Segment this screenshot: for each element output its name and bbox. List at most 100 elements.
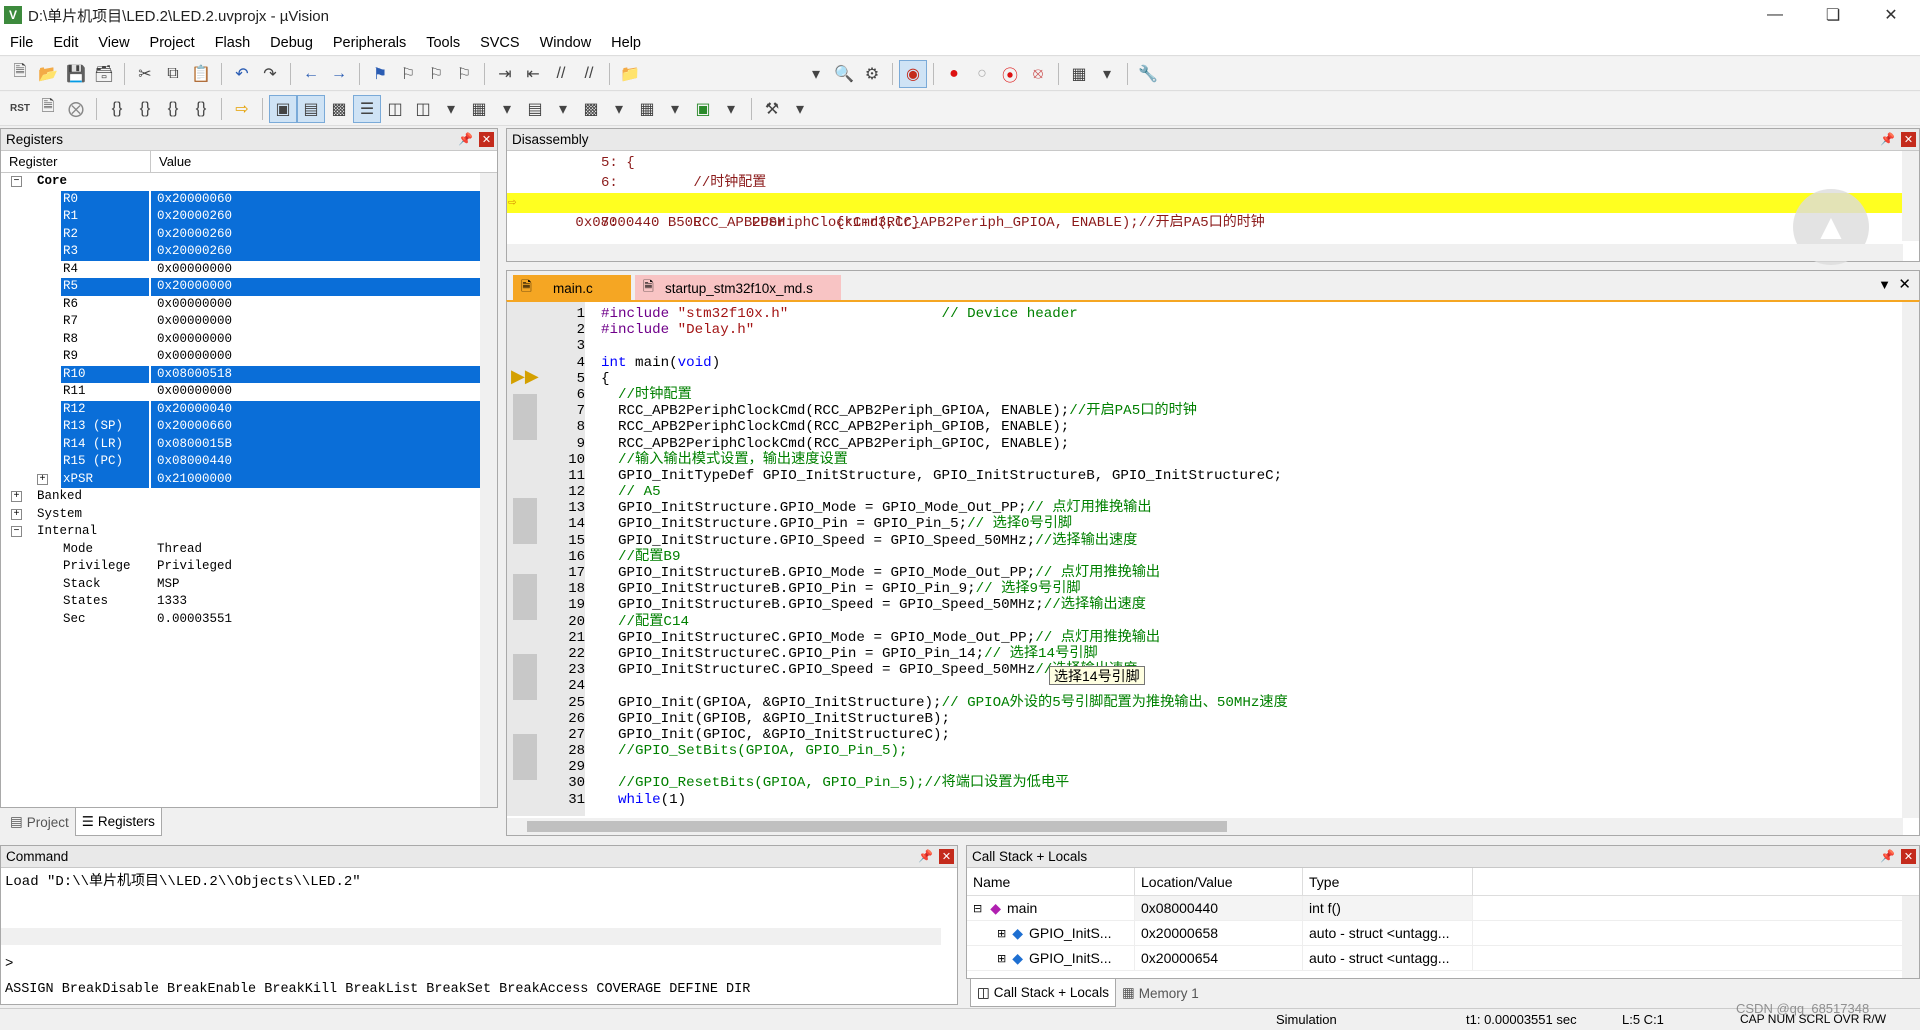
code-line[interactable]: //GPIO_SetBits(GPIOA, GPIO_Pin_5); bbox=[601, 743, 1288, 759]
bookmark-icon[interactable]: ⚑ bbox=[366, 60, 394, 88]
menu-debug[interactable]: Debug bbox=[260, 35, 323, 51]
code-line[interactable] bbox=[601, 338, 1288, 354]
incremental-find-icon[interactable]: ⚙ bbox=[858, 60, 886, 88]
close-icon[interactable]: ✕ bbox=[939, 849, 954, 864]
register-value[interactable]: 0x20000260 bbox=[151, 243, 496, 261]
nav-back-icon[interactable]: ← bbox=[297, 60, 325, 88]
symbols-window-icon[interactable]: ▩ bbox=[325, 95, 353, 123]
menu-file[interactable]: File bbox=[0, 35, 43, 51]
memory-dropdown-icon[interactable]: ▾ bbox=[493, 95, 521, 123]
maximize-button[interactable]: ❏ bbox=[1804, 0, 1862, 30]
expand-icon[interactable]: + bbox=[11, 508, 22, 520]
configure-icon[interactable]: 🔧 bbox=[1134, 60, 1162, 88]
system-viewer-dropdown-icon[interactable]: ▾ bbox=[717, 95, 745, 123]
code-line[interactable]: //配置C14 bbox=[601, 614, 1288, 630]
menu-edit[interactable]: Edit bbox=[43, 35, 88, 51]
callstack-scrollbar[interactable] bbox=[1902, 896, 1919, 978]
code-line[interactable]: GPIO_Init(GPIOB, &GPIO_InitStructureB); bbox=[601, 711, 1288, 727]
register-row[interactable]: R1 0x20000260 bbox=[1, 208, 497, 226]
run-icon[interactable]: 🗎 bbox=[34, 95, 62, 123]
code-line[interactable]: #include "Delay.h" bbox=[601, 322, 1288, 338]
save-all-icon[interactable]: 🗃 bbox=[90, 60, 118, 88]
window-layout-icon[interactable]: ▦ bbox=[1065, 60, 1093, 88]
collapse-icon[interactable]: ⊟ bbox=[973, 902, 982, 915]
close-editor-icon[interactable]: ✕ bbox=[1898, 275, 1911, 293]
code-line[interactable]: GPIO_InitStructure.GPIO_Speed = GPIO_Spe… bbox=[601, 533, 1288, 549]
code-line[interactable]: GPIO_InitTypeDef GPIO_InitStructure, GPI… bbox=[601, 468, 1288, 484]
register-row[interactable]: R14 (LR) 0x0800015B bbox=[1, 435, 497, 453]
code-editor[interactable]: ▶▶ 1 2 3 4 5 6 7 8 9 10 11 12 13 14 15 16 17 18 19 20 21 22 23… bbox=[506, 300, 1920, 836]
registers-tab[interactable]: ☰ Registers bbox=[74, 808, 162, 836]
redo-icon[interactable]: ↷ bbox=[256, 60, 284, 88]
code-line[interactable]: GPIO_InitStructure.GPIO_Mode = GPIO_Mode… bbox=[601, 500, 1288, 516]
register-row[interactable]: R13 (SP) 0x20000660 bbox=[1, 418, 497, 436]
banked-group[interactable]: + Banked bbox=[1, 488, 497, 506]
disassembly-hscrollbar[interactable] bbox=[507, 244, 1903, 261]
undo-icon[interactable]: ↶ bbox=[228, 60, 256, 88]
system-viewer-icon[interactable]: ▣ bbox=[689, 95, 717, 123]
clear-bookmarks-icon[interactable]: ⚐ bbox=[450, 60, 478, 88]
register-value[interactable]: 0x20000260 bbox=[151, 208, 496, 226]
next-bookmark-icon[interactable]: ⚐ bbox=[422, 60, 450, 88]
register-value[interactable]: 0x00000000 bbox=[151, 348, 496, 366]
target-dropdown-icon[interactable]: ▾ bbox=[802, 60, 830, 88]
register-row[interactable]: R7 0x00000000 bbox=[1, 313, 497, 331]
serial-dropdown-icon[interactable]: ▾ bbox=[549, 95, 577, 123]
save-icon[interactable]: 💾 bbox=[62, 60, 90, 88]
paste-icon[interactable]: 📋 bbox=[187, 60, 215, 88]
close-window-button[interactable]: ✕ bbox=[1862, 0, 1920, 30]
register-row[interactable]: R10 0x08000518 bbox=[1, 365, 497, 383]
pin-icon[interactable]: 📌 bbox=[458, 132, 473, 146]
indent-icon[interactable]: ⇥ bbox=[491, 60, 519, 88]
show-next-statement-icon[interactable]: ⇨ bbox=[228, 95, 256, 123]
code-line[interactable]: GPIO_InitStructureC.GPIO_Pin = GPIO_Pin_… bbox=[601, 646, 1288, 662]
comment-icon[interactable]: // bbox=[547, 60, 575, 88]
register-row[interactable]: Sec 0.00003551 bbox=[1, 611, 497, 629]
code-line[interactable]: while(1) bbox=[601, 792, 1288, 808]
register-row[interactable]: R9 0x00000000 bbox=[1, 348, 497, 366]
register-value[interactable]: 0x20000040 bbox=[151, 400, 496, 418]
tabs-dropdown-icon[interactable]: ▼ bbox=[1878, 277, 1891, 292]
code-line[interactable]: RCC_APB2PeriphClockCmd(RCC_APB2Periph_GP… bbox=[601, 419, 1288, 435]
disassembly-window-icon[interactable]: ▤ bbox=[297, 94, 325, 123]
register-row[interactable]: States 1333 bbox=[1, 593, 497, 611]
find-icon[interactable]: 🔍 bbox=[830, 60, 858, 88]
register-column-header[interactable]: Register bbox=[1, 151, 151, 172]
disassembly-line[interactable]: 6: //时钟配置 bbox=[507, 173, 1919, 193]
callstack-row[interactable]: ⊟ ◆ main 0x08000440 int f() bbox=[967, 896, 1919, 921]
register-value[interactable]: 0x20000060 bbox=[151, 190, 496, 208]
pin-icon[interactable]: 📌 bbox=[918, 849, 933, 863]
expand-icon[interactable]: + bbox=[37, 473, 48, 485]
register-value[interactable]: 0x20000660 bbox=[151, 418, 496, 436]
register-row[interactable]: R2 0x20000260 bbox=[1, 225, 497, 243]
close-icon[interactable]: ✕ bbox=[479, 132, 494, 147]
open-file-icon[interactable]: 📂 bbox=[34, 60, 62, 88]
type-column-header[interactable]: Type bbox=[1303, 868, 1473, 895]
callstack-row[interactable]: ⊞ ◆ GPIO_InitS... 0x20000654 auto - struct… bbox=[967, 946, 1919, 971]
code-line[interactable] bbox=[601, 759, 1288, 775]
memory-window-icon[interactable]: ▦ bbox=[465, 95, 493, 123]
menu-help[interactable]: Help bbox=[601, 35, 651, 51]
editor-hscrollbar[interactable] bbox=[507, 818, 1903, 835]
code-line[interactable]: GPIO_InitStructure.GPIO_Pin = GPIO_Pin_5… bbox=[601, 516, 1288, 532]
command-window-icon[interactable]: ▣ bbox=[269, 94, 297, 123]
insert-breakpoint-icon[interactable]: ● bbox=[940, 60, 968, 88]
register-row[interactable]: R6 0x00000000 bbox=[1, 296, 497, 314]
menu-tools[interactable]: Tools bbox=[416, 35, 470, 51]
analysis-window-icon[interactable]: ▩ bbox=[577, 95, 605, 123]
register-row[interactable]: + xPSR 0x21000000 bbox=[1, 470, 497, 488]
code-line[interactable]: //配置B9 bbox=[601, 549, 1288, 565]
register-row[interactable]: Mode Thread bbox=[1, 541, 497, 559]
pin-icon[interactable]: 📌 bbox=[1880, 132, 1895, 146]
command-hscrollbar[interactable] bbox=[1, 928, 941, 945]
step-into-icon[interactable]: {} bbox=[103, 95, 131, 123]
trace-dropdown-icon[interactable]: ▾ bbox=[661, 95, 689, 123]
disassembly-line[interactable]: 7: RCC_APB2PeriphClockCmd(RCC_APB2Periph… bbox=[507, 213, 1919, 233]
register-row[interactable]: R5 0x20000000 bbox=[1, 278, 497, 296]
enable-breakpoint-icon[interactable]: ○ bbox=[968, 60, 996, 88]
code-line[interactable]: GPIO_InitStructureB.GPIO_Mode = GPIO_Mod… bbox=[601, 565, 1288, 581]
nav-forward-icon[interactable]: → bbox=[325, 60, 353, 88]
minimize-button[interactable]: — bbox=[1746, 0, 1804, 30]
code-line[interactable]: GPIO_InitStructureC.GPIO_Mode = GPIO_Mod… bbox=[601, 630, 1288, 646]
code-line[interactable]: //GPIO_ResetBits(GPIOA, GPIO_Pin_5);//将端… bbox=[601, 775, 1288, 791]
